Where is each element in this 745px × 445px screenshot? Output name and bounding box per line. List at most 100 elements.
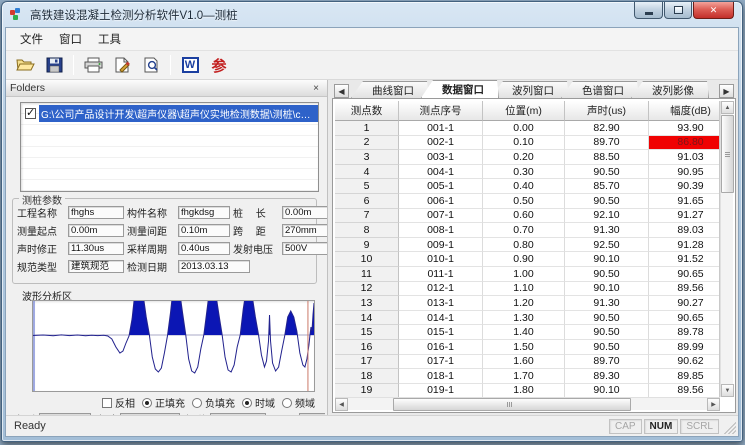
parameters-button[interactable]: 参 [206,53,232,77]
waveform-svg [33,301,314,391]
menu-item-1[interactable]: 窗口 [51,28,90,50]
table-row[interactable]: 7007-10.6092.1091.272931.6025.6 [335,209,719,224]
table-row[interactable]: 16016-11.5090.5089.992983.430.00 [335,340,719,355]
print-button[interactable] [80,53,106,77]
tab-2[interactable]: 波列窗口 [491,81,569,98]
table-cell: 0.70 [483,223,565,238]
table-cell: 91.28 [649,238,720,253]
menu-item-2[interactable]: 工具 [90,28,129,50]
folders-close-icon[interactable]: × [309,82,323,95]
scroll-right-icon[interactable]: ▶ [707,398,720,411]
param-char-icon: 参 [211,55,226,76]
minimize-button[interactable] [634,2,663,19]
menu-item-0[interactable]: 文件 [12,28,51,50]
waveform-plot[interactable] [32,300,315,392]
status-indicator-cap: CAP [609,419,642,434]
folder-checkbox[interactable] [25,108,36,119]
tab-scroll-left-icon[interactable]: ◀ [334,84,349,98]
fill-negative-radio[interactable]: 负填充 [192,396,235,409]
title-bar[interactable]: 高铁建设混凝土检测分析软件V1.0—测桩 [2,2,742,27]
tab-4[interactable]: 波列影像 [631,81,709,98]
table-row[interactable]: 19019-11.8090.1089.562996.676.40 [335,384,719,397]
table-row[interactable]: 18018-11.7089.3089.853023.521.60 [335,369,719,384]
scroll-down-icon[interactable]: ▼ [721,384,734,397]
folder-path: G:\公司产品设计开发\超声仪器\超声仪实地检测数据\测桩\cd\cd03\cd… [39,105,318,122]
table-cell: 91.27 [649,209,720,224]
table-row[interactable]: 8008-10.7091.3089.032957.286.40 [335,223,719,238]
table-row[interactable]: 14014-11.3090.5090.652983.436.40 [335,311,719,326]
fill-positive-radio[interactable]: 正填充 [142,396,185,409]
freq-domain-radio[interactable]: 频域 [282,396,315,409]
table-cell: 0.00 [483,121,565,136]
param-label: 测量起点 [17,223,65,238]
table-row[interactable]: 17017-11.6089.7090.623010.036.40 [335,355,719,370]
export-word-button[interactable]: W [177,53,203,77]
print-preview-button[interactable] [138,53,164,77]
table-cell: 90.39 [649,179,720,194]
table-row[interactable]: 12012-11.1090.1089.562996.671.60 [335,282,719,297]
table-row[interactable]: 6006-10.5090.5091.652983.43230.4 [335,194,719,209]
table-cell: 89.78 [649,325,720,340]
tab-0[interactable]: 曲线窗口 [351,81,429,98]
save-button[interactable] [41,53,67,77]
table-row[interactable]: 3003-10.2088.5091.033050.8514.4 [335,150,719,165]
table-row[interactable]: 13013-11.2091.3090.272957.2814.4 [335,296,719,311]
param-label: 检测日期 [127,259,175,274]
folders-panel-header[interactable]: Folders × [6,80,327,97]
table-cell: 89.85 [649,369,720,384]
folder-list-item[interactable]: G:\公司产品设计开发\超声仪器\超声仪实地检测数据\测桩\cd\cd03\cd… [21,106,318,120]
open-file-button[interactable] [12,53,38,77]
scroll-left-icon[interactable]: ◀ [335,398,348,411]
table-row[interactable]: 10010-10.9090.1091.522996.6757.6 [335,252,719,267]
table-row[interactable]: 2002-10.1089.7086.803010.03462.4 [335,136,719,151]
table-row[interactable]: 9009-10.8092.5091.282918.9214.4 [335,238,719,253]
vertical-scrollbar[interactable]: ▲ ▼ [720,101,733,397]
table-row[interactable]: 11011-11.0090.5090.652983.431.60 [335,267,719,282]
table-cell: 008-1 [399,223,483,238]
tab-1[interactable]: 数据窗口 [421,80,499,98]
tab-3[interactable]: 色谱窗口 [561,81,639,98]
table-header-cell[interactable]: 测点序号 [399,101,483,121]
table-cell: 0.50 [483,194,565,209]
table-header-cell[interactable]: 测点数 [335,101,399,121]
table-cell: 1.70 [483,369,565,384]
table-header-cell[interactable]: 幅度(dB) [649,101,720,121]
table-row[interactable]: 4004-10.3090.5090.952983.4340.0 [335,165,719,180]
table-cell: 005-1 [399,179,483,194]
workspace: Folders × G:\公司产品设计开发\超声仪器\超声仪实地检测数据\测桩\… [6,80,738,415]
menu-bar: 文件窗口工具 [6,28,738,51]
param-label: 跨 距 [233,223,279,238]
time-domain-radio[interactable]: 时域 [242,396,275,409]
table-cell: 0.30 [483,165,565,180]
param-value: 270mm [282,224,328,237]
vertical-scroll-thumb[interactable] [721,115,734,193]
table-cell: 90.27 [649,296,720,311]
param-row: 工程名称fhghs构件名称fhgkdsg桩 长0.00m [17,205,314,220]
maximize-button[interactable] [664,2,692,19]
param-value: 0.10m [178,224,230,237]
scroll-up-icon[interactable]: ▲ [721,101,734,114]
table-cell: 007-1 [399,209,483,224]
horizontal-scroll-thumb[interactable] [393,398,632,411]
horizontal-scrollbar[interactable]: ◀ ▶ [335,397,720,410]
table-cell: 0.60 [483,209,565,224]
table-row[interactable]: 5005-10.4085.7090.393150.53230.4 [335,179,719,194]
resize-grip[interactable] [722,419,736,434]
table-cell: 89.56 [649,384,720,397]
table-row[interactable]: 1001-10.0082.9093.903256.940.00 [335,121,719,136]
table-cell: 91.03 [649,150,720,165]
table-header-cell[interactable]: 声时(us) [565,101,649,121]
table-header-cell[interactable]: 位置(m) [483,101,565,121]
folder-list[interactable]: G:\公司产品设计开发\超声仪器\超声仪实地检测数据\测桩\cd\cd03\cd… [20,102,319,192]
table-cell: 4 [335,165,399,180]
table-cell: 0.80 [483,238,565,253]
table-cell: 004-1 [399,165,483,180]
tab-scroll-right-icon[interactable]: ▶ [719,84,734,98]
param-label: 采样周期 [127,241,175,256]
close-button[interactable]: ✕ [693,2,734,19]
radio-icon [192,398,202,408]
invert-checkbox[interactable]: 反相 [102,396,135,409]
table-row[interactable]: 15015-11.4090.5089.782983.430.00 [335,325,719,340]
print-setup-button[interactable] [109,53,135,77]
table-cell: 1.20 [483,296,565,311]
